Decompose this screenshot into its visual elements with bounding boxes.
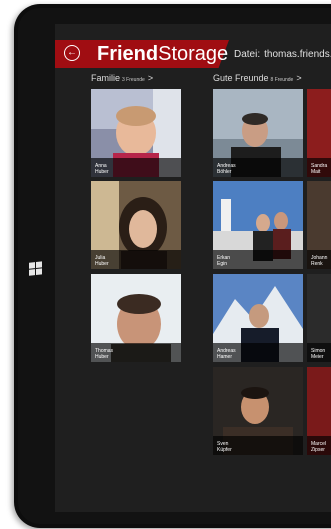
app-screen: ← FriendStorage Datei: thomas.friends... … [55,24,331,512]
friend-tile[interactable]: Andreas Hamer [213,274,303,362]
friend-name: Sven Küpfer [217,441,232,453]
friend-tile[interactable]: Marcel Zipser [307,367,331,455]
friend-tile[interactable]: Erkan Egin [213,181,303,269]
friend-name: Johann Renk [311,255,327,267]
last-name: Küpfer [217,447,232,453]
group-count: 3 Freunde [122,77,145,83]
friend-tile[interactable]: Anna Huber [91,89,181,177]
last-name: Böhler [217,169,232,175]
back-arrow-icon[interactable]: ← [64,45,80,61]
file-label: Datei: [234,49,261,60]
group-header-gute-freunde[interactable]: Gute Freunde 8 Freunde > [213,73,302,83]
last-name: Meier [311,354,324,360]
file-indicator: Datei: thomas.friends... [234,49,331,60]
friend-name: Julia Huber [95,255,109,267]
last-name: Huber [95,169,109,175]
friend-tile[interactable]: Julia Huber [91,181,181,269]
app-title-light: Storage [158,43,229,65]
friend-tile[interactable]: Thomas Huber [91,274,181,362]
app-title: FriendStorage [97,40,228,68]
group-header-familie[interactable]: Familie 3 Freunde > [91,73,153,83]
group-name: Gute Freunde [213,73,269,83]
last-name: Hamer [217,354,233,360]
friend-tile[interactable]: Sandra Mait [307,89,331,177]
last-name: Mait [311,169,321,175]
friend-tile[interactable]: Sven Küpfer [213,367,303,455]
friend-name: Anna Huber [95,163,109,175]
friend-name: Andreas Böhler [217,163,236,175]
last-name: Huber [95,261,109,267]
last-name: Egin [217,261,228,267]
group-count: 8 Freunde [270,77,294,83]
windows-logo-icon[interactable] [29,261,43,276]
chevron-right-icon: > [296,73,302,83]
group-name: Familie [91,73,121,83]
file-name: thomas.friends... [264,49,331,60]
friend-tile[interactable]: Johann Renk [307,181,331,269]
last-name: Zipser [311,447,325,453]
app-title-bold: Friend [97,43,159,65]
friend-tile[interactable]: Simon Meier [307,274,331,362]
friend-name: Sandra Mait [311,163,327,175]
last-name: Renk [311,261,323,267]
friend-name: Thomas Huber [95,348,113,360]
friend-name: Marcel Zipser [311,441,326,453]
chevron-right-icon: > [147,73,154,83]
friend-name: Simon Meier [311,348,325,360]
last-name: Huber [95,354,109,360]
friend-name: Erkan Egin [217,255,230,267]
friend-tile[interactable]: Andreas Böhler [213,89,303,177]
friend-name: Andreas Hamer [217,348,236,360]
